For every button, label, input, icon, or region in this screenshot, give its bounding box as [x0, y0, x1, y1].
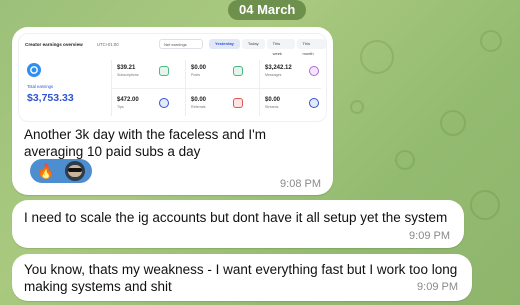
post-icon: [233, 66, 243, 76]
background-doodle: [480, 30, 502, 52]
stat-subscriptions: $39.21 Subscriptions: [117, 65, 139, 77]
divider: [111, 88, 321, 89]
stat-value: $0.00: [265, 97, 281, 103]
screenshot-timezone: UTC+01:00: [97, 42, 119, 47]
stat-label: Posts: [191, 73, 200, 77]
message-icon: [309, 66, 319, 76]
stat-label: Subscriptions: [117, 73, 139, 77]
reactor-avatar: [65, 161, 85, 181]
message-text: I need to scale the ig accounts but dont…: [24, 210, 448, 225]
background-doodle: [440, 110, 466, 136]
stream-icon: [309, 98, 319, 108]
earnings-screenshot[interactable]: Creator earnings overview UTC+01:00 Net …: [18, 33, 327, 122]
tab-this-week: This week: [266, 39, 295, 56]
stat-messages: $3,242.12 Messages: [265, 65, 292, 77]
stat-streams: $0.00 Streams: [265, 97, 280, 109]
tab-yesterday: Yesterday: [209, 39, 240, 49]
stat-referrals: $0.00 Referrals: [191, 97, 206, 109]
period-tabs: Yesterday Today This week This month: [209, 39, 326, 56]
background-doodle: [470, 190, 500, 220]
message-text: You know, thats my weakness - I want eve…: [24, 262, 458, 294]
creator-logo-icon: [27, 63, 41, 77]
reaction-badge[interactable]: 🔥: [30, 159, 92, 183]
date-separator: 04 March: [228, 0, 307, 20]
subscription-icon: [159, 66, 169, 76]
tab-this-month: This month: [296, 39, 326, 56]
tip-icon: [159, 98, 169, 108]
avatar-sunglasses: [68, 168, 82, 172]
stat-value: $0.00: [191, 97, 207, 103]
background-doodle: [360, 40, 394, 74]
total-earnings-value: $3,753.33: [27, 92, 74, 104]
message-time: 9:09 PM: [417, 281, 458, 293]
total-earnings-label: Total earnings: [27, 84, 54, 89]
tab-today: Today: [241, 39, 265, 49]
stat-value: $0.00: [191, 65, 207, 71]
stat-label: Referrals: [191, 105, 206, 109]
message-text: Another 3k day with the faceless and I'm…: [24, 127, 266, 159]
earnings-type-select: Net earnings: [159, 39, 203, 49]
message-bubble[interactable]: You know, thats my weakness - I want eve…: [12, 254, 472, 301]
stat-label: Streams: [265, 105, 279, 109]
background-doodle: [350, 100, 364, 114]
message-bubble[interactable]: I need to scale the ig accounts but dont…: [12, 200, 464, 248]
message-time: 9:08 PM: [280, 178, 321, 190]
stat-label: Tips: [117, 105, 124, 109]
stat-value: $472.00: [117, 97, 139, 103]
message-bubble[interactable]: Creator earnings overview UTC+01:00 Net …: [12, 27, 333, 195]
stat-value: $3,242.12: [265, 65, 292, 71]
referral-icon: [233, 98, 243, 108]
stat-posts: $0.00 Posts: [191, 65, 206, 77]
stat-value: $39.21: [117, 65, 136, 71]
message-time: 9:09 PM: [409, 230, 450, 242]
screenshot-title: Creator earnings overview: [25, 42, 83, 47]
background-doodle: [395, 150, 415, 170]
fire-reaction-icon: 🔥: [37, 163, 55, 179]
stat-label: Messages: [265, 73, 282, 77]
stat-tips: $472.00 Tips: [117, 97, 139, 109]
